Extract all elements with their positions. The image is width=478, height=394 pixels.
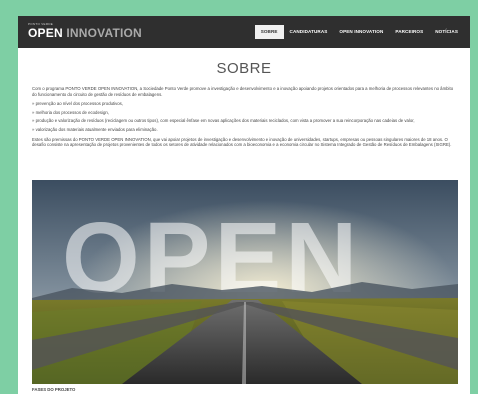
nav-item-parceiros[interactable]: PARCEIROS [389,25,429,39]
nav-item-sobre[interactable]: SOBRE [254,25,284,39]
bullet-item: » valorização dos materiais atualmente e… [32,126,158,132]
logo[interactable]: PONTO VERDE OPEN INNOVATION [28,22,142,40]
nav-item-open-innovation[interactable]: OPEN INNOVATION [333,25,389,39]
main-nav: SOBRE CANDIDATURAS OPEN INNOVATION PARCE… [254,25,464,39]
intro-paragraph: Com o programa PONTO VERDE OPEN INNOVATI… [32,86,454,97]
page-frame: PONTO VERDE OPEN INNOVATION SOBRE CANDID… [18,16,470,394]
section-label-fases: FASES DO PROJETO [32,387,76,392]
page-content: Com o programa PONTO VERDE OPEN INNOVATI… [32,86,458,151]
logo-text: OPEN INNOVATION [28,26,142,40]
road-horizon-illustration: OPEN [32,180,458,384]
bullet-item: » prevenção ao nível dos processos produ… [32,101,124,107]
logo-word-innovation: INNOVATION [66,26,142,40]
top-navbar: PONTO VERDE OPEN INNOVATION SOBRE CANDID… [18,16,470,48]
bullet-item: » melhoria dos processos de ecodesign, [32,109,109,115]
closing-paragraph: Estes são premissas do PONTO VERDE OPEN … [32,136,452,148]
logo-word-open: OPEN [28,26,63,40]
hero-image: OPEN [32,180,458,384]
nav-item-candidaturas[interactable]: CANDIDATURAS [284,25,334,39]
page-title: SOBRE [216,60,272,77]
bullet-item: » produção e valorização de resíduos (re… [32,118,415,124]
nav-item-noticias[interactable]: NOTÍCIAS [429,25,464,39]
